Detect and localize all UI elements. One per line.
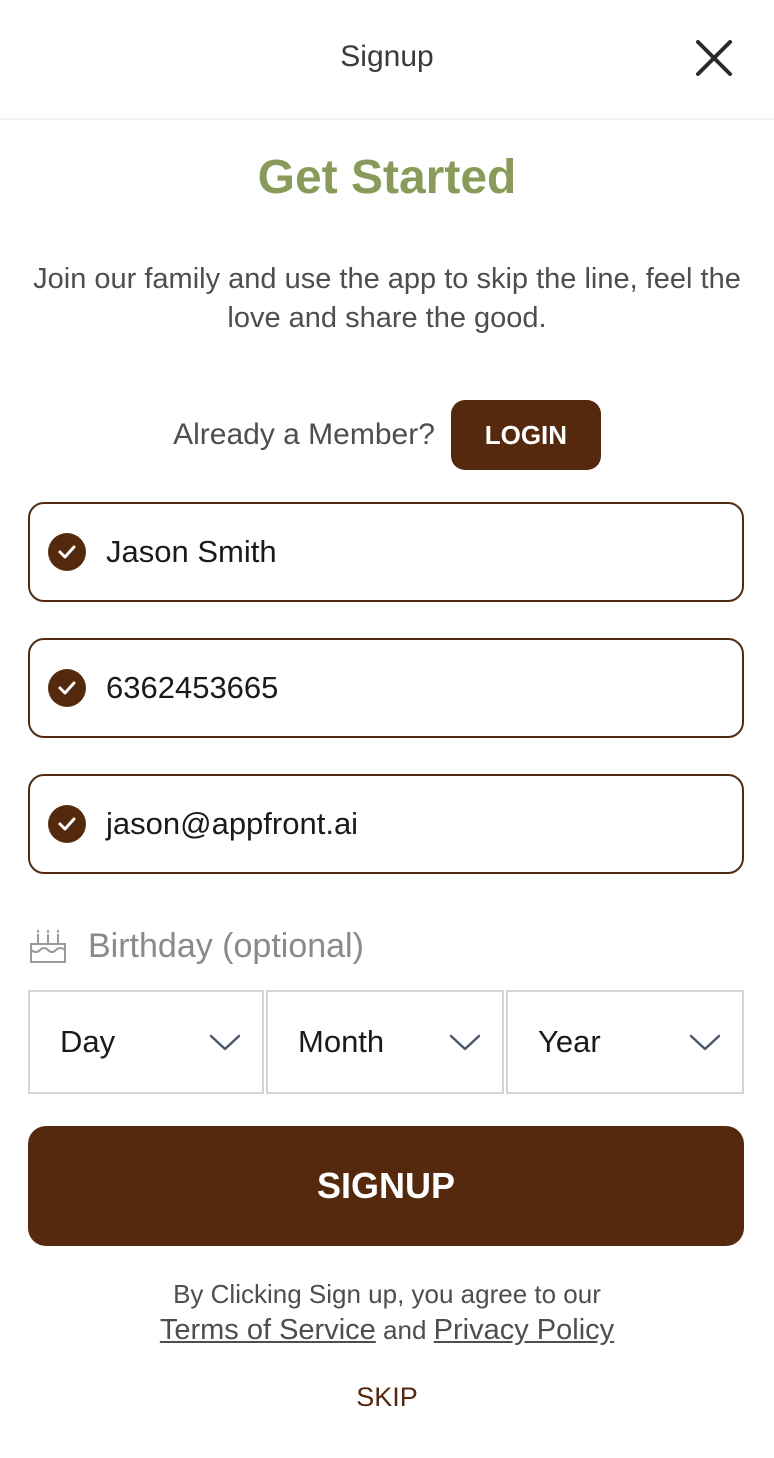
intro-text: Join our family and use the app to skip … [33,263,741,334]
page-title: Signup [340,40,434,73]
close-button[interactable] [692,36,736,80]
cake-icon [30,929,66,963]
login-button[interactable]: LOGIN [450,400,601,470]
legal-text: By Clicking Sign up, you agree to our Te… [0,1276,774,1348]
year-select[interactable]: Year [506,990,744,1094]
check-circle-icon [48,805,86,843]
already-member-text: Already a Member? [173,418,435,451]
chevron-down-icon [209,1034,241,1051]
header-bar: Signup [0,0,774,120]
month-select[interactable]: Month [266,990,504,1094]
birthday-row: Birthday (optional) [28,920,364,972]
close-icon [696,40,732,76]
day-select-value: Day [60,1024,116,1059]
legal-prefix: By Clicking Sign up, you agree to our [173,1279,601,1309]
month-select-value: Month [298,1024,385,1059]
check-circle-icon [48,533,86,571]
check-circle-icon [48,669,86,707]
chevron-down-icon [689,1034,721,1051]
email-field[interactable]: jason@appfront.ai [28,774,744,874]
email-value: jason@appfront.ai [106,806,359,841]
get-started-heading: Get Started [257,151,517,204]
member-row: Already a Member? LOGIN [0,400,774,470]
birthday-label: Birthday (optional) [88,926,364,965]
name-value: Jason Smith [106,534,277,569]
phone-value: 6362453665 [106,670,279,705]
chevron-down-icon [449,1034,481,1051]
day-select[interactable]: Day [28,990,264,1094]
signup-button[interactable]: SIGNUP [28,1126,744,1246]
phone-field[interactable]: 6362453665 [28,638,744,738]
name-field[interactable]: Jason Smith [28,502,744,602]
terms-of-service-link[interactable]: Terms of Service [160,1314,376,1346]
year-select-value: Year [538,1024,601,1059]
birthday-selects: Day Month Year [28,990,744,1094]
skip-link[interactable]: SKIP [0,1382,774,1413]
legal-and: and [383,1315,427,1345]
privacy-policy-link[interactable]: Privacy Policy [434,1314,615,1346]
